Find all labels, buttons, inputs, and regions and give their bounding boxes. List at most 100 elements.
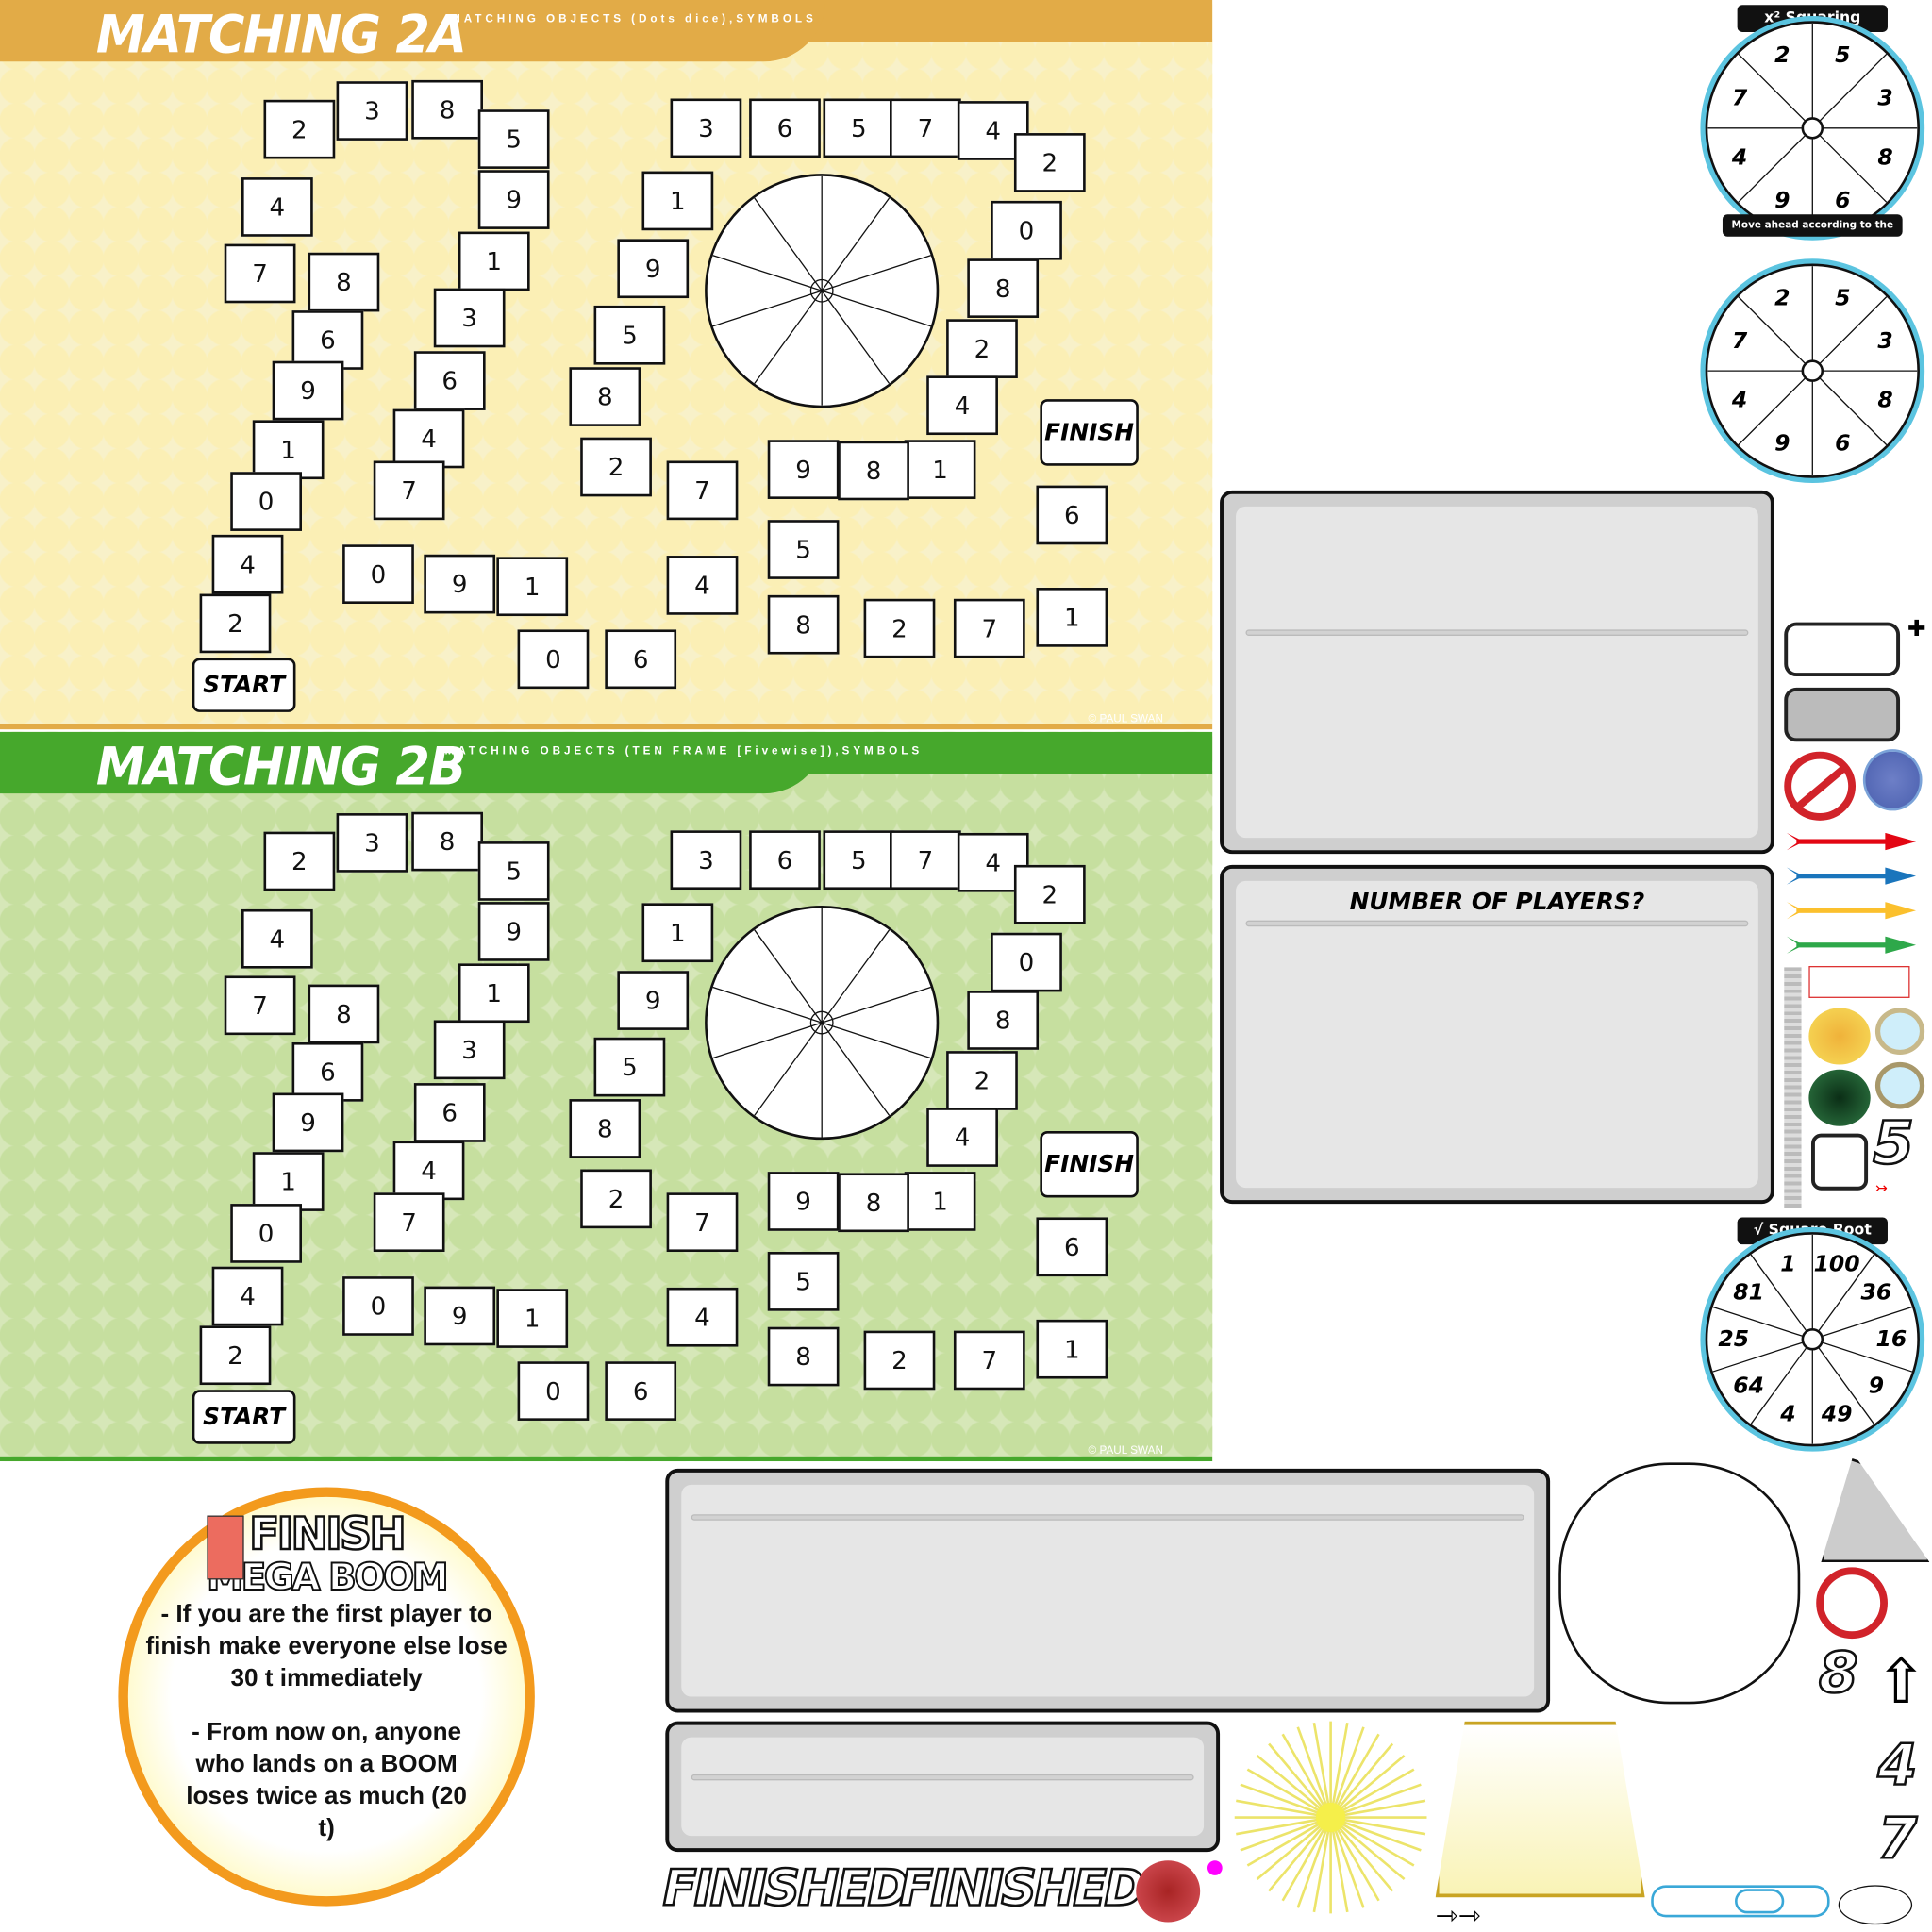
track-cell: 0 bbox=[991, 932, 1062, 992]
spinner-number: 4 bbox=[1731, 388, 1748, 414]
track-cell: 6 bbox=[605, 1361, 677, 1421]
spinner-number: 64 bbox=[1733, 1373, 1765, 1399]
track-cell: 0 bbox=[230, 472, 302, 531]
track-cell: 4 bbox=[392, 1141, 465, 1201]
square-root-spinner[interactable]: 100 36 16 9 49 4 64 25 81 1 bbox=[1705, 1232, 1920, 1447]
blank-panel bbox=[1220, 490, 1774, 855]
spinner-number: 9 bbox=[1868, 1373, 1885, 1399]
board-title: MATCHING 2B bbox=[95, 738, 466, 798]
spinner-number: 2 bbox=[1774, 285, 1790, 311]
boom-rule-2: - From now on, anyone who lands on a BOO… bbox=[186, 1719, 467, 1842]
blue-token[interactable] bbox=[1862, 749, 1923, 811]
small-panel bbox=[665, 1721, 1221, 1853]
number-7: 7 bbox=[1876, 1804, 1918, 1873]
track-cell: 6 bbox=[749, 830, 821, 891]
track-cell: 6 bbox=[1036, 485, 1108, 545]
track-cell: 2 bbox=[199, 1325, 272, 1386]
colored-arrow-icon bbox=[1786, 936, 1917, 954]
track-cell: 4 bbox=[241, 177, 313, 237]
track-cell: 2 bbox=[580, 1169, 652, 1229]
boom-rule-1: - If you are the first player to finish … bbox=[145, 1600, 508, 1692]
track-cell: 9 bbox=[272, 1092, 344, 1153]
copyright: © PAUL SWAN bbox=[1088, 1443, 1163, 1457]
track-cell: 1 bbox=[252, 1152, 325, 1211]
track-cell: 6 bbox=[413, 351, 486, 410]
track-cell: 8 bbox=[411, 79, 483, 140]
track-cell: 4 bbox=[211, 1266, 284, 1326]
no-entry-icon bbox=[1784, 751, 1857, 821]
track-cell: 1 bbox=[252, 420, 325, 480]
track-cell: 8 bbox=[308, 984, 380, 1044]
small-white-button[interactable] bbox=[1810, 1133, 1869, 1191]
track-cell: 8 bbox=[569, 1099, 641, 1158]
colored-arrow-icon bbox=[1786, 867, 1917, 885]
spinner-number: 2 bbox=[1774, 42, 1790, 69]
globe-logo-icon bbox=[1874, 1061, 1925, 1109]
track-cell: 3 bbox=[336, 813, 408, 873]
finish-cell: FINISH bbox=[1040, 1131, 1139, 1198]
scroll-strip[interactable] bbox=[1784, 967, 1802, 1208]
number-8: 8 bbox=[1818, 1638, 1859, 1707]
green-token[interactable] bbox=[1808, 1069, 1871, 1126]
track-cell: 9 bbox=[477, 902, 550, 961]
track-cell: 5 bbox=[767, 1252, 840, 1311]
spinner-number: 6 bbox=[1835, 430, 1851, 458]
spinner-number: 3 bbox=[1877, 327, 1893, 354]
track-cell: 3 bbox=[336, 81, 408, 141]
start-cell: START bbox=[192, 1390, 296, 1444]
track-cell: 7 bbox=[373, 1192, 445, 1253]
track-cell: 9 bbox=[617, 239, 690, 299]
spinner-number: 49 bbox=[1821, 1401, 1853, 1427]
mega-boom-card: FINISH MEGA BOOM - If you are the first … bbox=[118, 1487, 535, 1907]
track-cell: 6 bbox=[413, 1083, 486, 1142]
track-cell: 5 bbox=[823, 98, 895, 158]
track-cell: 1 bbox=[641, 171, 714, 231]
grey-button[interactable] bbox=[1784, 687, 1901, 742]
spinner-number: 9 bbox=[1774, 430, 1790, 458]
track-cell: 9 bbox=[767, 1172, 840, 1231]
track-cell: 5 bbox=[477, 109, 550, 169]
spinner-number: 25 bbox=[1718, 1326, 1750, 1353]
white-button[interactable] bbox=[1784, 622, 1901, 677]
yellow-token[interactable] bbox=[1808, 1008, 1871, 1065]
track-cell: 7 bbox=[373, 460, 445, 521]
no-entry-icon bbox=[1816, 1567, 1888, 1640]
squaring-spinner[interactable]: 53 86 94 72 bbox=[1705, 21, 1920, 236]
finished-label: FINISHED bbox=[898, 1859, 1146, 1919]
spinner-number: 6 bbox=[1835, 188, 1851, 214]
track-cell: 6 bbox=[749, 98, 821, 158]
track-cell: 2 bbox=[946, 319, 1018, 378]
track-cell: 9 bbox=[272, 360, 344, 421]
boom-title: FINISH bbox=[248, 1508, 408, 1560]
track-cell: 5 bbox=[823, 830, 895, 891]
wide-panel bbox=[665, 1468, 1551, 1713]
track-cell: 2 bbox=[580, 437, 652, 497]
track-cell: 0 bbox=[342, 1276, 414, 1336]
red-token[interactable] bbox=[1136, 1860, 1201, 1923]
pie-wedge bbox=[1821, 1454, 1930, 1563]
track-cell: 8 bbox=[308, 252, 380, 312]
footer-bar bbox=[0, 1456, 1213, 1462]
track-cell: 2 bbox=[199, 593, 272, 654]
trapezoid-tile bbox=[1435, 1721, 1645, 1898]
spinner-number: 9 bbox=[1774, 188, 1790, 214]
spinner-number: 7 bbox=[1731, 85, 1748, 111]
track-cell: 7 bbox=[224, 975, 296, 1036]
track-cell: 8 bbox=[569, 367, 641, 426]
spinner-number: 36 bbox=[1860, 1279, 1892, 1307]
track-cell: 1 bbox=[1036, 1319, 1108, 1379]
finish-cell: FINISH bbox=[1040, 399, 1139, 466]
slider-thumb[interactable] bbox=[1735, 1889, 1785, 1914]
track-cell: 8 bbox=[411, 811, 483, 872]
track-cell: 3 bbox=[670, 830, 742, 891]
board-subtitle: MATCHING OBJECTS (TEN FRAME [Fivewise]),… bbox=[444, 743, 924, 757]
track-cell: 4 bbox=[666, 556, 739, 615]
track-cell: 2 bbox=[863, 598, 936, 658]
finished-label: FINISHED bbox=[661, 1859, 909, 1919]
copyright: © PAUL SWAN bbox=[1088, 711, 1163, 724]
plus-icon[interactable]: ✚ bbox=[1907, 616, 1926, 641]
number-spinner[interactable]: 53 86 94 72 bbox=[1705, 263, 1920, 478]
track-cell: 5 bbox=[477, 841, 550, 901]
globe-logo-icon bbox=[1874, 1008, 1925, 1056]
boom-subtitle: MEGA BOOM bbox=[206, 1556, 449, 1600]
